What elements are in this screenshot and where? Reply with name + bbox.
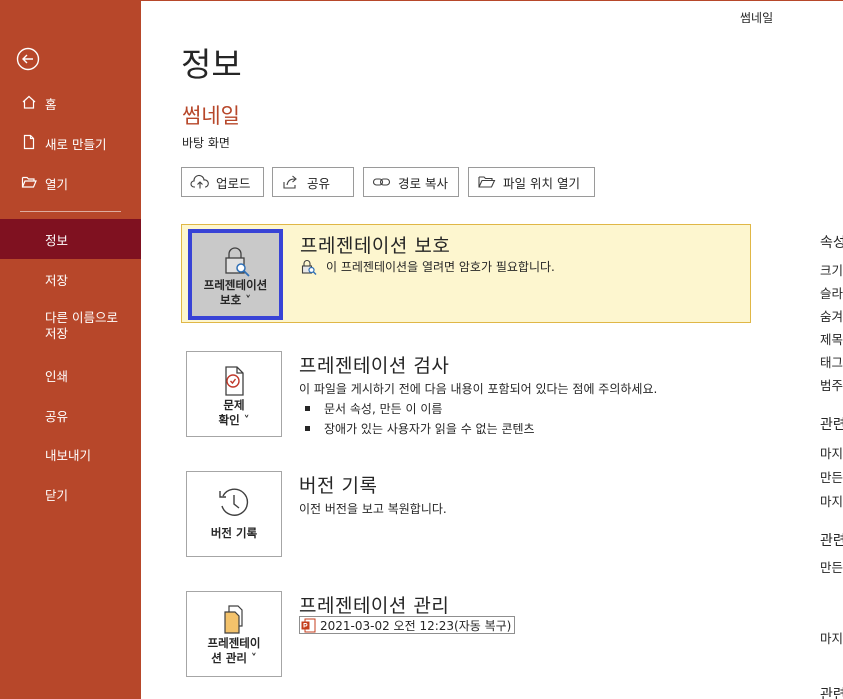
folder-icon (478, 176, 496, 188)
property-label: 태그 (820, 355, 843, 370)
nav-print[interactable]: 인쇄 (0, 355, 141, 395)
folder-open-icon (21, 176, 37, 188)
inspect-presentation-section: 문제 확인 ˅ 프레젠테이션 검사 이 파일을 게시하기 전에 다음 내용이 포… (181, 346, 751, 442)
manage-document-icon (224, 605, 243, 634)
share-label: 공유 (307, 175, 331, 191)
cloud-upload-icon (190, 174, 209, 189)
manage-presentation-button[interactable]: 프레젠테이 션 관리 ˅ (186, 591, 282, 677)
password-key-icon (301, 259, 317, 275)
nav-label: 새로 만들기 (45, 136, 107, 152)
nav-label: 닫기 (45, 487, 69, 503)
version-history-description: 이전 버전을 보고 복원합니다. (299, 502, 447, 516)
people-label: 만든 (820, 560, 843, 575)
date-label: 마지 (820, 446, 843, 461)
document-location: 바탕 화면 (182, 136, 230, 150)
back-arrow-icon[interactable] (16, 47, 40, 71)
related-documents-header: 관련 (820, 687, 843, 699)
open-file-location-button[interactable]: 파일 위치 열기 (468, 167, 595, 197)
lock-key-icon (224, 247, 250, 277)
nav-export[interactable]: 내보내기 (0, 434, 141, 474)
manage-title: 프레젠테이션 관리 (299, 595, 450, 617)
nav-share[interactable]: 공유 (0, 395, 141, 435)
inspect-bullet-text: 장애가 있는 사용자가 읽을 수 없는 콘텐츠 (324, 422, 535, 436)
protect-presentation-label: 프레젠테이션 보호 ˅ (204, 278, 267, 308)
manage-label-line2: 션 관리 ˅ (211, 651, 257, 665)
inspect-description: 이 파일을 게시하기 전에 다음 내용이 포함되어 있다는 점에 주의하세요. (299, 382, 658, 396)
version-history-section: 버전 기록 버전 기록 이전 버전을 보고 복원합니다. (181, 466, 751, 562)
backstage-sidebar: 홈 새로 만들기 열기 정보 저장 다른 이름으로 저장 인쇄 공유 내보내기 … (0, 0, 141, 699)
nav-label: 다른 이름으로 저장 (45, 310, 118, 342)
date-label: 마지 (820, 494, 843, 509)
check-issues-line2: 확인 ˅ (218, 413, 250, 427)
protect-label-line2: 보호 ˅ (220, 293, 251, 307)
nav-label-line: 저장 (45, 326, 69, 341)
nav-close[interactable]: 닫기 (0, 474, 141, 514)
nav-label: 열기 (45, 176, 69, 192)
property-label: 슬라 (820, 286, 843, 301)
document-name: 썸네일 (182, 104, 240, 128)
related-people-header: 관련 (820, 533, 843, 549)
nav-info[interactable]: 정보 (0, 219, 141, 259)
nav-label: 홈 (45, 96, 57, 112)
manage-label-line1: 프레젠테이 (207, 636, 261, 650)
property-label: 숨겨 (820, 309, 843, 324)
nav-label: 저장 (45, 272, 69, 288)
manage-presentation-section: 프레젠테이 션 관리 ˅ 프레젠테이션 관리 2021-03-02 오전 12:… (181, 586, 751, 682)
inspect-bullet: 장애가 있는 사용자가 읽을 수 없는 콘텐츠 (305, 420, 535, 437)
version-history-title: 버전 기록 (299, 475, 378, 497)
bullet-dot (305, 426, 310, 431)
check-issues-button[interactable]: 문제 확인 ˅ (186, 351, 282, 437)
check-issues-label: 문제 확인 ˅ (219, 398, 250, 428)
nav-new[interactable]: 새로 만들기 (0, 123, 141, 163)
copy-path-label: 경로 복사 (398, 175, 448, 191)
inspect-title: 프레젠테이션 검사 (299, 355, 450, 377)
new-file-icon (23, 134, 35, 150)
property-label: 크기 (820, 263, 843, 278)
autosave-version-entry[interactable]: 2021-03-02 오전 12:23(자동 복구) (299, 616, 516, 634)
protect-presentation-section: 프레젠테이션 보호 ˅ 프레젠테이션 보호 이 프레젠테이션을 열려면 암호가 … (181, 224, 751, 323)
protect-presentation-button[interactable]: 프레젠테이션 보호 ˅ (188, 229, 283, 320)
copy-path-button[interactable]: 경로 복사 (363, 167, 459, 197)
inspect-bullet-text: 문서 속성, 만든 이 이름 (324, 402, 443, 416)
manage-presentation-label: 프레젠테이 션 관리 ˅ (208, 636, 261, 666)
link-icon (372, 178, 391, 186)
version-history-button[interactable]: 버전 기록 (186, 471, 282, 557)
nav-open[interactable]: 열기 (0, 163, 141, 203)
nav-save[interactable]: 저장 (0, 259, 141, 299)
protect-description: 이 프레젠테이션을 열려면 암호가 필요합니다. (300, 258, 555, 275)
history-clock-icon (219, 488, 249, 516)
nav-label-line: 다른 이름으로 (45, 310, 118, 325)
last-modified-label: 마지 (820, 631, 843, 646)
powerpoint-file-icon (301, 618, 316, 632)
account-name[interactable]: 썸네일 (740, 9, 773, 26)
check-issues-line1: 문제 (223, 398, 245, 412)
protect-title: 프레젠테이션 보호 (300, 235, 451, 257)
date-label: 만든 (820, 470, 843, 485)
property-label: 제목 (820, 332, 843, 347)
version-history-label: 버전 기록 (210, 526, 258, 540)
share-button[interactable]: 공유 (272, 167, 354, 197)
inspect-bullet: 문서 속성, 만든 이 이름 (305, 400, 442, 417)
related-dates-header: 관련 (820, 417, 843, 433)
properties-header: 속성 (820, 235, 843, 251)
share-icon (283, 175, 297, 189)
nav-label: 내보내기 (45, 447, 92, 463)
protect-description-text: 이 프레젠테이션을 열려면 암호가 필요합니다. (326, 260, 555, 274)
document-check-icon (225, 366, 244, 396)
home-icon (22, 95, 36, 109)
upload-button[interactable]: 업로드 (181, 167, 264, 197)
open-file-location-label: 파일 위치 열기 (503, 175, 580, 191)
nav-label: 인쇄 (45, 368, 69, 384)
nav-label: 공유 (45, 408, 69, 424)
protect-label-line1: 프레젠테이션 (203, 278, 268, 292)
nav-save-as[interactable]: 다른 이름으로 저장 (0, 306, 141, 346)
sidebar-divider (20, 211, 121, 212)
bullet-dot (305, 406, 310, 411)
page-title: 정보 (181, 45, 242, 84)
nav-label: 정보 (45, 232, 69, 248)
property-label: 범주 (820, 378, 843, 393)
nav-home[interactable]: 홈 (0, 83, 141, 123)
upload-label: 업로드 (216, 175, 251, 191)
autosave-text: 2021-03-02 오전 12:23(자동 복구) (320, 618, 512, 633)
